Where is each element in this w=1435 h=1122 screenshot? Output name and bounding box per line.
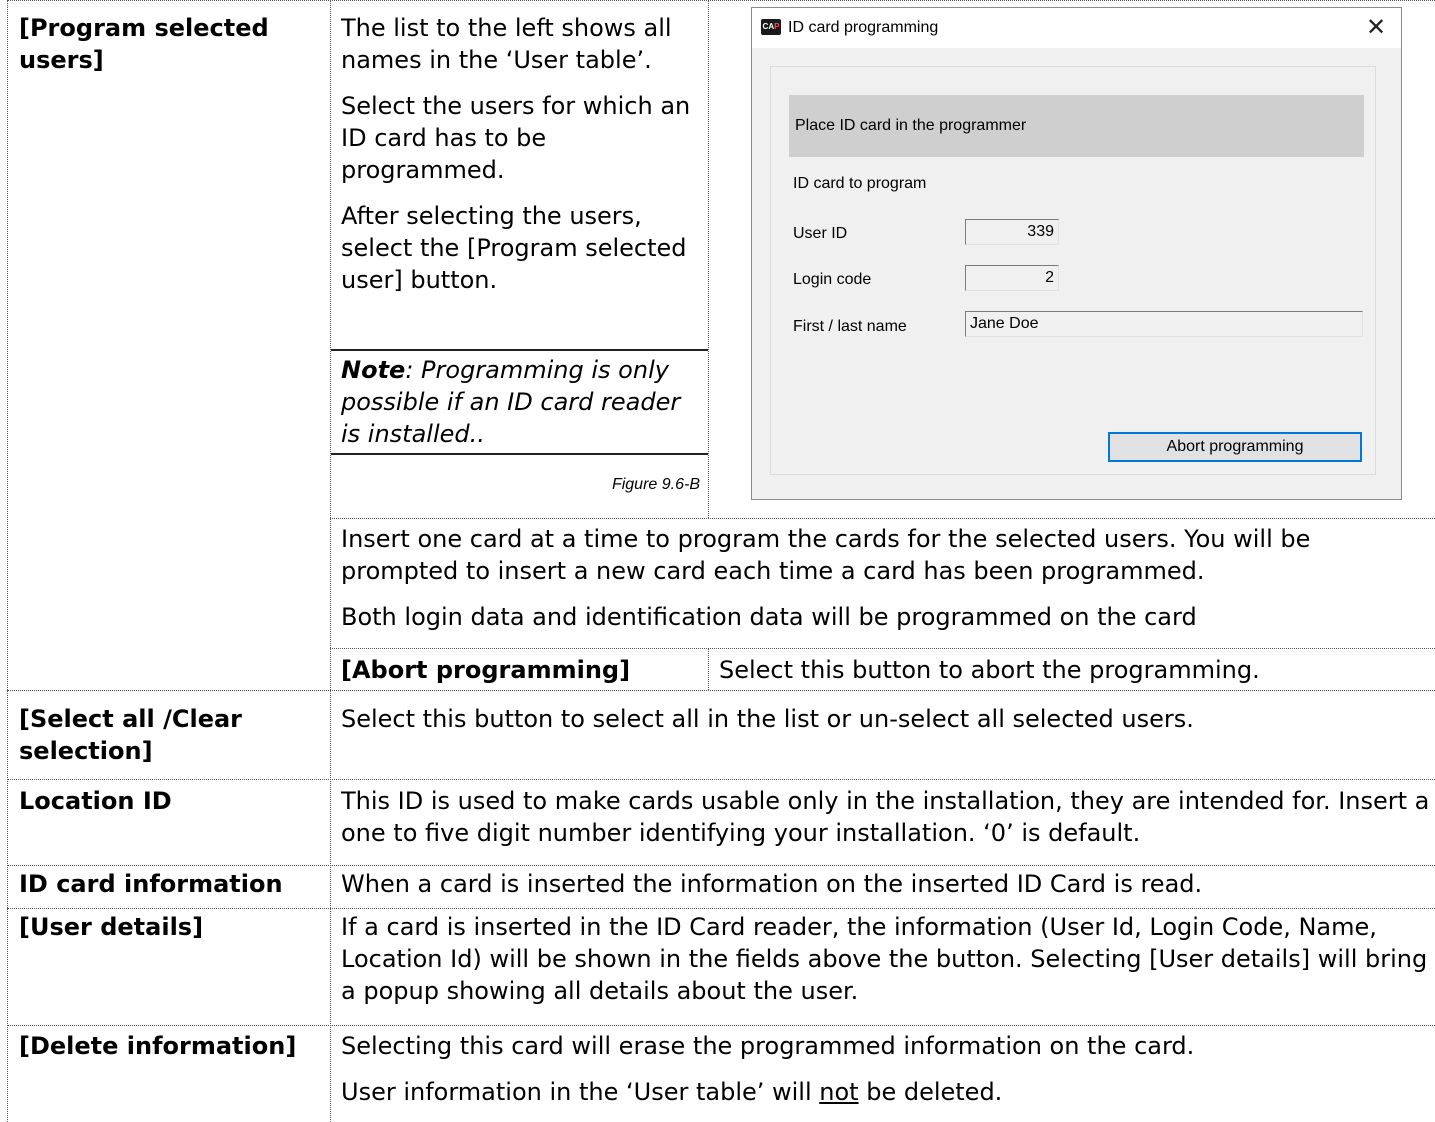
table-divider-sub: [708, 648, 709, 690]
description-id-card-information: When a card is inserted the information …: [341, 870, 1203, 898]
close-icon[interactable]: ✕: [1362, 14, 1390, 42]
status-banner: Place ID card in the programmer: [789, 95, 1364, 157]
abort-programming-button[interactable]: Abort programming: [1108, 432, 1362, 462]
id-card-programming-dialog: CAP ID card programming ✕ Place ID card …: [751, 7, 1402, 500]
term-program-selected-users: [Program selected users]: [19, 14, 269, 74]
description-delete-line2: User information in the ‘User table’ wil…: [341, 1076, 1431, 1108]
app-logo-icon: CAP: [761, 19, 781, 35]
description-location-id: This ID is used to make cards usable onl…: [341, 787, 1430, 847]
table-divider-term: [330, 0, 331, 1122]
status-banner-text: Place ID card in the programmer: [795, 117, 1027, 134]
delete-text-not: not: [819, 1078, 859, 1106]
figure-caption: Figure 9.6-B: [611, 476, 700, 493]
delete-text-after: be deleted.: [858, 1078, 1003, 1106]
paragraph: The list to the left shows all names in …: [341, 14, 672, 74]
delete-text-before: User information in the ‘User table’ wil…: [341, 1078, 820, 1106]
description-select-all: Select this button to select all in the …: [341, 705, 1194, 733]
table-rule-row4: [7, 908, 1435, 909]
paragraph: Both login data and identification data …: [341, 603, 1197, 631]
app-logo-text-accent: P: [774, 22, 780, 31]
table-rule-row3: [7, 865, 1435, 866]
user-id-field[interactable]: 339: [965, 219, 1059, 245]
term-delete-information: [Delete information]: [19, 1032, 297, 1060]
dialog-title: ID card programming: [788, 19, 939, 36]
paragraph: After selecting the users, select the [P…: [341, 202, 687, 294]
app-logo-text: CA: [762, 22, 775, 31]
description-user-details: If a card is inserted in the ID Card rea…: [341, 913, 1428, 1005]
note-rule-bottom: [331, 453, 708, 455]
program-notes: Insert one card at a time to program the…: [341, 523, 1435, 647]
table-border-left: [7, 0, 8, 1122]
table-divider-figure: [708, 0, 709, 518]
table-rule-row1: [7, 690, 1435, 691]
table-rule-row2: [7, 779, 1435, 780]
program-instructions: The list to the left shows all names in …: [341, 12, 703, 310]
table-rule-row5: [7, 1025, 1435, 1026]
sub-description-abort: Select this button to abort the programm…: [719, 656, 1260, 684]
dialog-titlebar: CAP ID card programming ✕: [752, 8, 1401, 48]
sub-term-abort-programming: [Abort programming]: [341, 656, 631, 684]
table-border-top: [7, 0, 1435, 1]
term-user-details: [User details]: [19, 913, 204, 941]
section-label: ID card to program: [793, 175, 927, 192]
paragraph: Select the users for which an ID card ha…: [341, 92, 691, 184]
note-block: Note: Programming is only possible if an…: [341, 354, 703, 450]
term-id-card-information: ID card information: [19, 870, 283, 898]
table-rule-sub-top: [330, 648, 1435, 649]
table-rule-figure-bottom: [330, 518, 1435, 519]
name-label: First / last name: [793, 318, 907, 335]
note-rule-top: [331, 349, 708, 351]
login-code-label: Login code: [793, 271, 872, 288]
user-id-label: User ID: [793, 225, 848, 242]
note-label: Note: [341, 356, 406, 384]
term-select-all: [Select all /Clear selection]: [19, 705, 243, 765]
name-field[interactable]: Jane Doe: [965, 311, 1363, 337]
description-delete-line1: Selecting this card will erase the progr…: [341, 1032, 1195, 1060]
term-location-id: Location ID: [19, 787, 172, 815]
login-code-field[interactable]: 2: [965, 265, 1059, 291]
paragraph: Insert one card at a time to program the…: [341, 525, 1311, 585]
